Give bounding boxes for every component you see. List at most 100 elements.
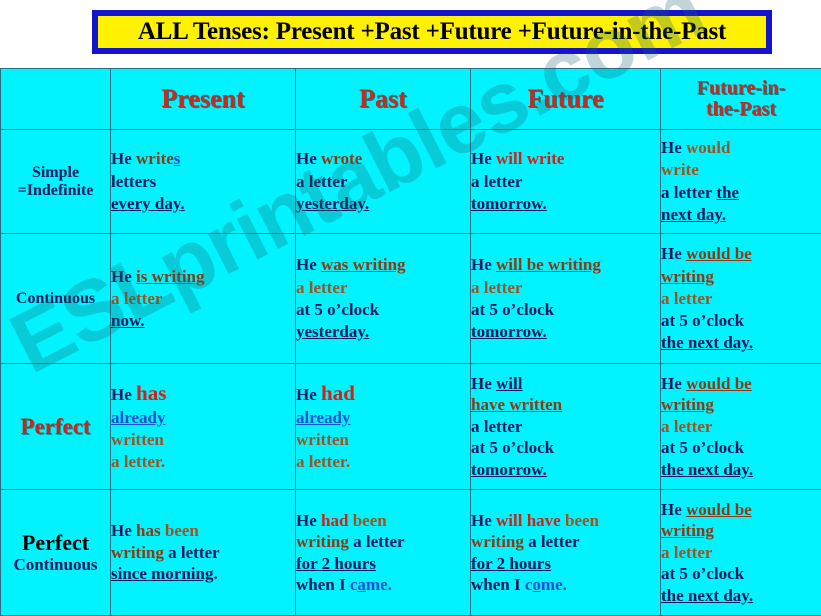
cell-line: at 5 o’clock <box>661 564 745 584</box>
row-label-pc-line1: Perfect <box>21 529 90 555</box>
row-label-continuous: Continuous <box>0 233 111 365</box>
cell-line: He will <box>471 374 523 394</box>
cell-line: already <box>111 408 166 428</box>
cell-line: He is writing <box>111 266 205 286</box>
table-header-row: Present Past Future Future-in- the-Past <box>0 68 821 130</box>
cell-line: He had <box>296 380 355 405</box>
cell-line: a letter the <box>661 182 740 202</box>
cell-line: for 2 hours <box>296 553 376 573</box>
cell-line: He would be <box>661 500 752 519</box>
cell-line: writing a letter <box>111 542 220 562</box>
row-label-perfect-continuous: Perfect Continuous <box>0 489 111 616</box>
cell-line: yesterday. <box>296 321 370 341</box>
row-label-simple-line1: Simple <box>31 163 80 181</box>
cell-line: He will be writing <box>471 255 601 275</box>
cell-line: a letter <box>471 277 523 297</box>
header-future-in-the-past: Future-in- the-Past <box>660 68 821 130</box>
cell-continuous-future: He will be writing a letter at 5 o’clock… <box>470 233 661 365</box>
page-title: ALL Tenses: Present +Past +Future +Futur… <box>92 10 772 54</box>
cell-simple-present: He writes letters every day. <box>110 128 296 235</box>
cell-line: already <box>296 408 351 428</box>
cell-line: writing <box>661 395 714 415</box>
cell-line: written <box>296 430 349 450</box>
header-future: Future <box>470 68 661 130</box>
cell-line: at 5 o’clock <box>661 310 745 330</box>
cell-simple-future: He will write a letter tomorrow. <box>470 128 661 235</box>
cell-line: He would <box>661 138 731 158</box>
row-label-pc-line2: Continuous <box>13 555 98 575</box>
cell-line: at 5 o’clock <box>661 438 745 458</box>
cell-line: He has <box>111 380 167 405</box>
cell-line: tomorrow. <box>471 459 547 479</box>
row-label-perfect: Perfect <box>0 363 111 491</box>
cell-line: have written <box>471 395 563 415</box>
cell-line: for 2 hours <box>471 553 551 573</box>
cell-line: tomorrow. <box>471 193 547 213</box>
cell-line: writing a letter <box>296 532 405 552</box>
cell-line: write <box>661 160 699 180</box>
cell-line: the next day. <box>661 459 754 479</box>
table-row-perfect-continuous: Perfect Continuous He has been writing a… <box>0 489 821 616</box>
cell-line: written <box>111 430 164 450</box>
cell-line: He wrote <box>296 149 363 169</box>
cell-perfect-present: He has already written a letter. <box>110 363 296 491</box>
cell-line: next day. <box>661 204 727 224</box>
header-fip-line2: the-Past <box>706 98 776 120</box>
cell-perfect-fip: He would be writing a letter at 5 o’cloc… <box>660 363 821 491</box>
cell-line: every day. <box>111 193 185 213</box>
cell-line: a letter <box>471 416 523 436</box>
row-label-simple: Simple =Indefinite <box>0 128 111 235</box>
tenses-table: Present Past Future Future-in- the-Past … <box>0 68 821 616</box>
cell-line: a letter <box>471 171 523 191</box>
cell-line: a letter <box>661 288 713 308</box>
cell-line: writing <box>661 521 714 541</box>
cell-perfect-continuous-past: He had been writing a letter for 2 hours… <box>295 489 471 616</box>
cell-line: a letter <box>661 416 713 436</box>
header-corner-cell <box>0 68 111 130</box>
cell-line: a letter. <box>296 452 351 472</box>
cell-line: the next day. <box>661 332 754 352</box>
header-fip-line1: Future-in- <box>696 77 786 99</box>
cell-line: He will write <box>471 149 565 169</box>
cell-perfect-future: He will have written a letter at 5 o’clo… <box>470 363 661 491</box>
cell-line: a letter <box>296 277 348 297</box>
cell-line: at 5 o’clock <box>471 438 555 458</box>
cell-line: He has been <box>111 521 199 541</box>
cell-line: a letter <box>296 171 348 191</box>
cell-line: a letter <box>661 542 713 562</box>
cell-line: He will have been <box>471 510 599 530</box>
row-label-simple-line2: =Indefinite <box>17 181 94 199</box>
cell-perfect-past: He had already written a letter. <box>295 363 471 491</box>
cell-line: when I come. <box>471 574 567 594</box>
table-row-perfect: Perfect He has already written a letter.… <box>0 363 821 491</box>
cell-line: He was writing <box>296 255 406 275</box>
cell-line: a letter. <box>111 452 166 472</box>
table-row-simple: Simple =Indefinite He writes letters eve… <box>0 128 821 235</box>
cell-perfect-continuous-present: He has been writing a letter since morni… <box>110 489 296 616</box>
cell-simple-past: He wrote a letter yesterday. <box>295 128 471 235</box>
cell-line: He would be <box>661 374 752 394</box>
cell-line: letters <box>111 171 157 191</box>
cell-line: a letter <box>111 288 163 308</box>
cell-line: He would be <box>661 244 752 264</box>
table-row-continuous: Continuous He is writing a letter now. H… <box>0 233 821 365</box>
cell-line: tomorrow. <box>471 321 547 341</box>
cell-line: the next day. <box>661 585 754 605</box>
cell-line: when I came. <box>296 574 392 594</box>
cell-continuous-present: He is writing a letter now. <box>110 233 296 365</box>
cell-line: writing <box>661 266 714 286</box>
cell-line: now. <box>111 310 145 330</box>
cell-perfect-continuous-future: He will have been writing a letter for 2… <box>470 489 661 616</box>
cell-perfect-continuous-fip: He would be writing a letter at 5 o’cloc… <box>660 489 821 616</box>
cell-line: since morning. <box>111 564 218 584</box>
cell-continuous-fip: He would be writing a letter at 5 o’cloc… <box>660 233 821 365</box>
cell-line: He writes <box>111 149 181 169</box>
cell-simple-fip: He would write a letter the next day. <box>660 128 821 235</box>
header-past: Past <box>295 68 471 130</box>
cell-line: yesterday. <box>296 193 370 213</box>
cell-line: at 5 o’clock <box>471 299 555 319</box>
title-banner-wrapper: ALL Tenses: Present +Past +Future +Futur… <box>92 10 772 54</box>
header-present: Present <box>110 68 296 130</box>
cell-line: at 5 o’clock <box>296 299 380 319</box>
cell-continuous-past: He was writing a letter at 5 o’clock yes… <box>295 233 471 365</box>
